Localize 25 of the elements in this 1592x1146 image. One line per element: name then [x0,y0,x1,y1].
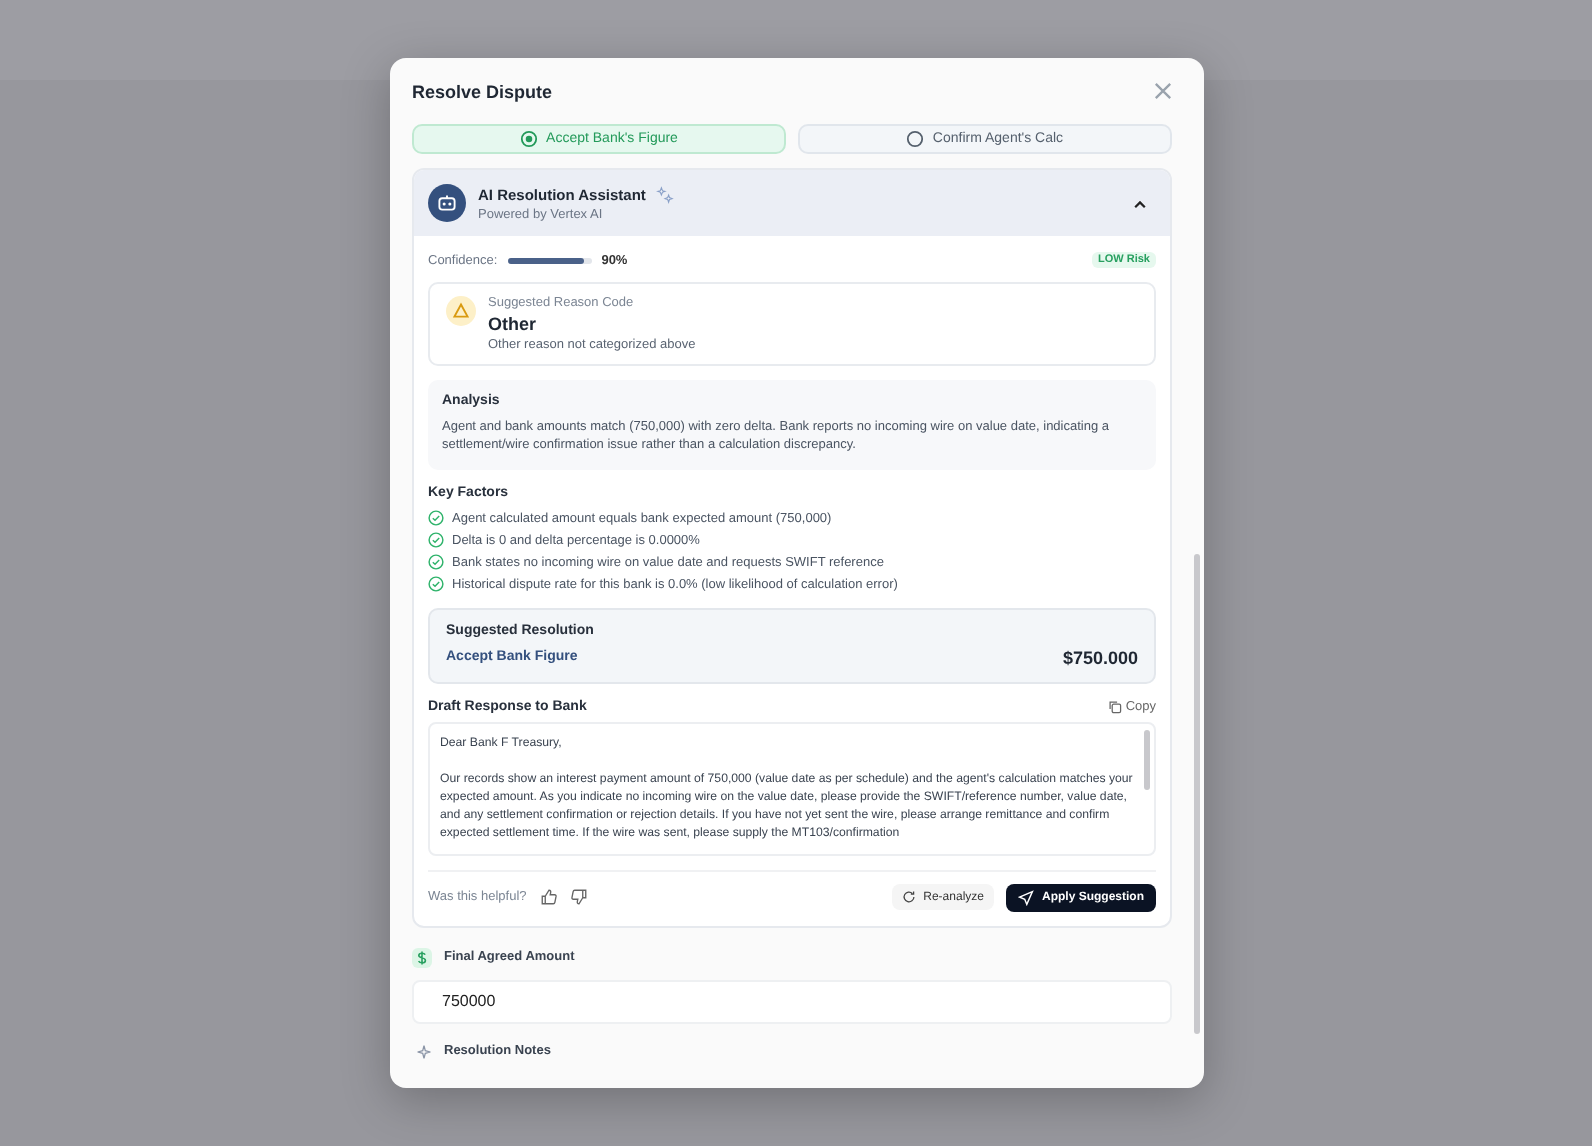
dialog-title: Resolve Dispute [412,81,553,101]
sparkle-icon [416,1043,432,1060]
suggested-amount: $750.000 [1062,647,1138,668]
dollar-icon [412,947,432,968]
sparkle-icon [655,185,674,203]
thumbs-down-icon [570,888,589,907]
scrollbar[interactable] [1194,554,1200,1034]
reason-value: Other [488,314,539,334]
copy-icon [1107,699,1122,714]
draft-text-area[interactable] [428,721,1156,856]
check-circle-icon [428,532,444,549]
check-circle-icon [428,510,444,527]
final-amount-field[interactable]: 750000 [412,979,1172,1024]
radio-icon [906,130,925,148]
robot-icon [428,184,466,222]
warning-icon [446,296,476,326]
check-circle-icon [428,554,444,571]
check-circle-icon [428,576,444,593]
draft-scrollbar[interactable] [1144,729,1150,790]
radio-icon [520,130,539,148]
thumbs-up-button[interactable] [538,886,561,909]
send-icon [1018,889,1034,906]
refresh-icon [901,890,916,905]
thumbs-up-icon [540,888,559,907]
thumbs-down-button[interactable] [568,886,591,909]
